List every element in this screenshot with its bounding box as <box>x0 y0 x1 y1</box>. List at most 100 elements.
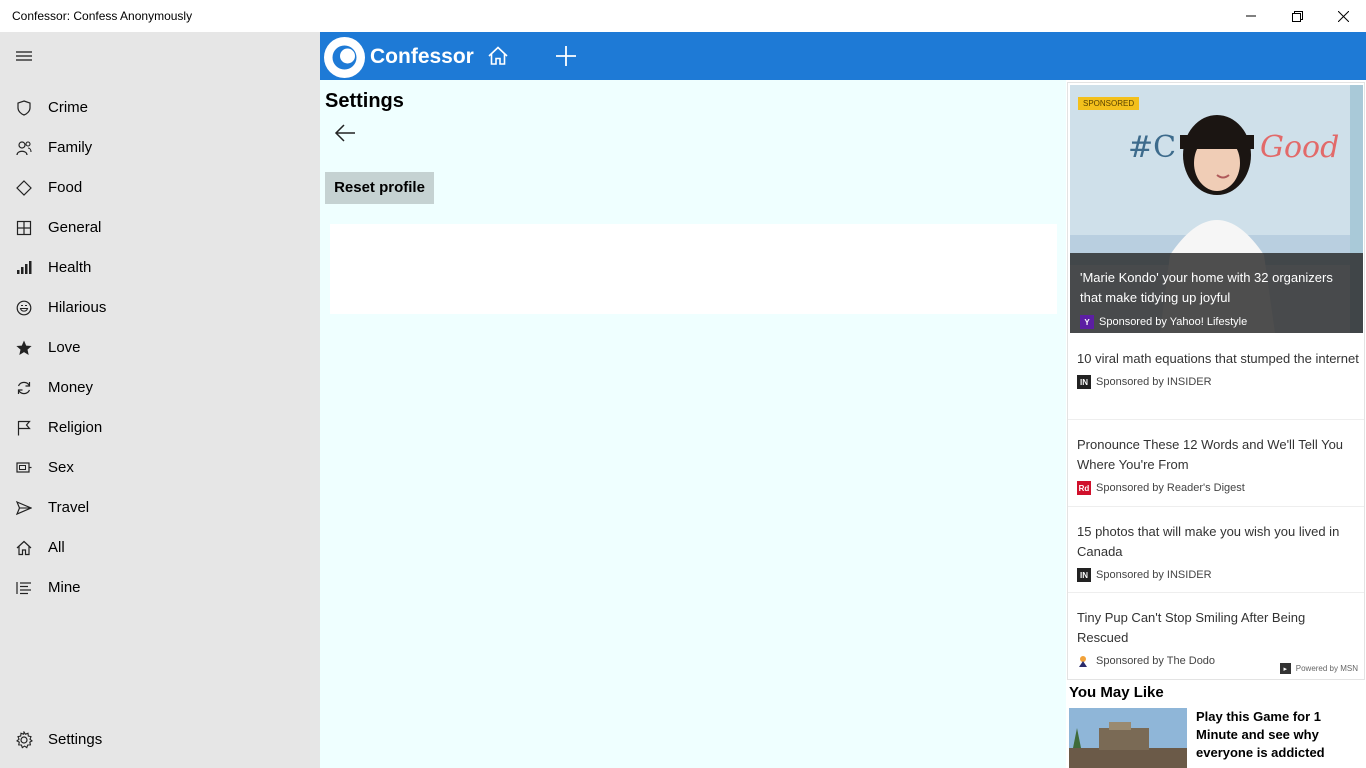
ad-item-title[interactable]: Pronounce These 12 Words and We'll Tell … <box>1077 435 1359 475</box>
sidebar-item-settings[interactable]: Settings <box>0 720 320 760</box>
ad-item-sponsor: IN Sponsored by INSIDER <box>1077 375 1359 389</box>
sidebar-item-label: All <box>48 539 65 556</box>
gear-icon <box>15 731 33 749</box>
sidebar-item-label: Love <box>48 339 81 356</box>
minimize-button[interactable] <box>1228 0 1274 32</box>
sidebar-item-label: Crime <box>48 99 88 116</box>
powered-by-text: Powered by MSN <box>1295 664 1358 673</box>
home-icon <box>15 539 33 557</box>
you-may-like-title[interactable]: Play this Game for 1 Minute and see why … <box>1196 708 1356 762</box>
sidebar-item-label: Mine <box>48 579 81 596</box>
sidebar-item-label: General <box>48 219 102 236</box>
hero-sponsor-text: Sponsored by Yahoo! Lifestyle <box>1099 316 1248 328</box>
sidebar: Crime Family Food General Health Hilario… <box>0 32 320 768</box>
svg-text:Good: Good <box>1260 130 1339 165</box>
ad-item-title[interactable]: 15 photos that will make you wish you li… <box>1077 522 1359 562</box>
confessor-logo[interactable] <box>324 37 365 78</box>
ad-item[interactable]: Tiny Pup Can't Stop Smiling After Being … <box>1077 608 1359 668</box>
ad-item-title[interactable]: 10 viral math equations that stumped the… <box>1077 349 1359 369</box>
send-icon <box>15 499 33 517</box>
close-button[interactable] <box>1320 0 1366 32</box>
star-icon <box>15 339 33 357</box>
hamburger-icon <box>16 51 32 61</box>
ad-item-sponsor-text: Sponsored by The Dodo <box>1096 655 1216 667</box>
sidebar-item-travel[interactable]: Travel <box>0 488 320 528</box>
add-confession-button[interactable] <box>554 44 578 68</box>
divider <box>1068 592 1364 593</box>
powered-by: ▸ Powered by MSN <box>1279 663 1358 674</box>
page-title: Settings <box>325 90 404 112</box>
reset-profile-button[interactable]: Reset profile <box>325 172 434 204</box>
home-icon <box>488 46 508 65</box>
hero-ad[interactable]: #C Good SPONSORED 'Marie Kondo' your hom… <box>1070 85 1363 333</box>
window-title: Confessor: Confess Anonymously <box>12 9 193 23</box>
smiley-icon <box>15 299 33 317</box>
hero-caption: 'Marie Kondo' your home with 32 organize… <box>1070 253 1363 333</box>
sidebar-item-all[interactable]: All <box>0 528 320 568</box>
back-button[interactable] <box>334 122 356 144</box>
sidebar-item-family[interactable]: Family <box>0 128 320 168</box>
sidebar-item-label: Hilarious <box>48 299 107 316</box>
content-panel <box>330 224 1057 314</box>
sidebar-item-general[interactable]: General <box>0 208 320 248</box>
yahoo-logo-icon: Y <box>1080 315 1094 329</box>
title-bar: Confessor: Confess Anonymously <box>0 0 1366 32</box>
sidebar-item-religion[interactable]: Religion <box>0 408 320 448</box>
ad-item-sponsor: Rd Sponsored by Reader's Digest <box>1077 481 1359 495</box>
readers-digest-logo-icon: Rd <box>1077 481 1091 495</box>
main-content: Settings Reset profile <box>320 80 1066 768</box>
ad-item[interactable]: 10 viral math equations that stumped the… <box>1077 349 1359 389</box>
sidebar-item-love[interactable]: Love <box>0 328 320 368</box>
refresh-icon <box>15 379 33 397</box>
msn-logo-icon: ▸ <box>1279 663 1291 674</box>
sidebar-item-label: Sex <box>48 459 74 476</box>
sidebar-item-label: Travel <box>48 499 90 516</box>
flag-icon <box>15 419 33 437</box>
ad-item-sponsor-text: Sponsored by Reader's Digest <box>1096 482 1245 494</box>
brand-name: Confessor <box>370 45 474 68</box>
ad-item-sponsor: IN Sponsored by INSIDER <box>1077 568 1359 582</box>
sidebar-item-crime[interactable]: Crime <box>0 88 320 128</box>
svg-text:#C: #C <box>1128 130 1176 165</box>
sidebar-item-label: Family <box>48 139 93 156</box>
sidebar-item-mine[interactable]: Mine <box>0 568 320 608</box>
the-dodo-logo-icon <box>1077 654 1091 668</box>
insider-logo-icon: IN <box>1077 568 1091 582</box>
confessor-logo-icon <box>332 45 357 70</box>
ad-item-sponsor-text: Sponsored by INSIDER <box>1096 569 1212 581</box>
shield-icon <box>15 99 33 117</box>
sidebar-item-label: Food <box>48 179 83 196</box>
sidebar-item-health[interactable]: Health <box>0 248 320 288</box>
ad-item[interactable]: 15 photos that will make you wish you li… <box>1077 522 1359 582</box>
sidebar-item-label: Religion <box>48 419 103 436</box>
back-arrow-icon <box>334 124 355 142</box>
sidebar-item-hilarious[interactable]: Hilarious <box>0 288 320 328</box>
grid-icon <box>15 219 33 237</box>
restore-button[interactable] <box>1274 0 1320 32</box>
close-icon <box>1337 10 1349 22</box>
home-button[interactable] <box>486 44 510 68</box>
sidebar-item-label: Settings <box>48 731 103 748</box>
sponsored-card: #C Good SPONSORED 'Marie Kondo' your hom… <box>1067 82 1365 680</box>
hero-ad-title[interactable]: 'Marie Kondo' your home with 32 organize… <box>1080 268 1355 308</box>
ad-item[interactable]: Pronounce These 12 Words and We'll Tell … <box>1077 435 1359 495</box>
sidebar-item-sex[interactable]: Sex <box>0 448 320 488</box>
list-icon <box>15 579 33 597</box>
sidebar-item-label: Health <box>48 259 92 276</box>
you-may-like-thumbnail[interactable] <box>1069 708 1187 768</box>
signal-bars-icon <box>15 259 33 277</box>
sidebar-item-money[interactable]: Money <box>0 368 320 408</box>
sidebar-item-label: Money <box>48 379 94 396</box>
sidebar-item-food[interactable]: Food <box>0 168 320 208</box>
ads-panel: #C Good SPONSORED 'Marie Kondo' your hom… <box>1066 80 1366 768</box>
hero-ad-sponsor: Y Sponsored by Yahoo! Lifestyle <box>1080 315 1247 329</box>
insider-logo-icon: IN <box>1077 375 1091 389</box>
sponsored-badge: SPONSORED <box>1078 97 1140 110</box>
ad-item-sponsor-text: Sponsored by INSIDER <box>1096 376 1212 388</box>
divider <box>1068 419 1364 420</box>
divider <box>1068 506 1364 507</box>
hamburger-menu-button[interactable] <box>14 46 34 66</box>
diamond-icon <box>15 179 33 197</box>
app-header: Confessor <box>320 32 1366 80</box>
ad-item-title[interactable]: Tiny Pup Can't Stop Smiling After Being … <box>1077 608 1359 648</box>
